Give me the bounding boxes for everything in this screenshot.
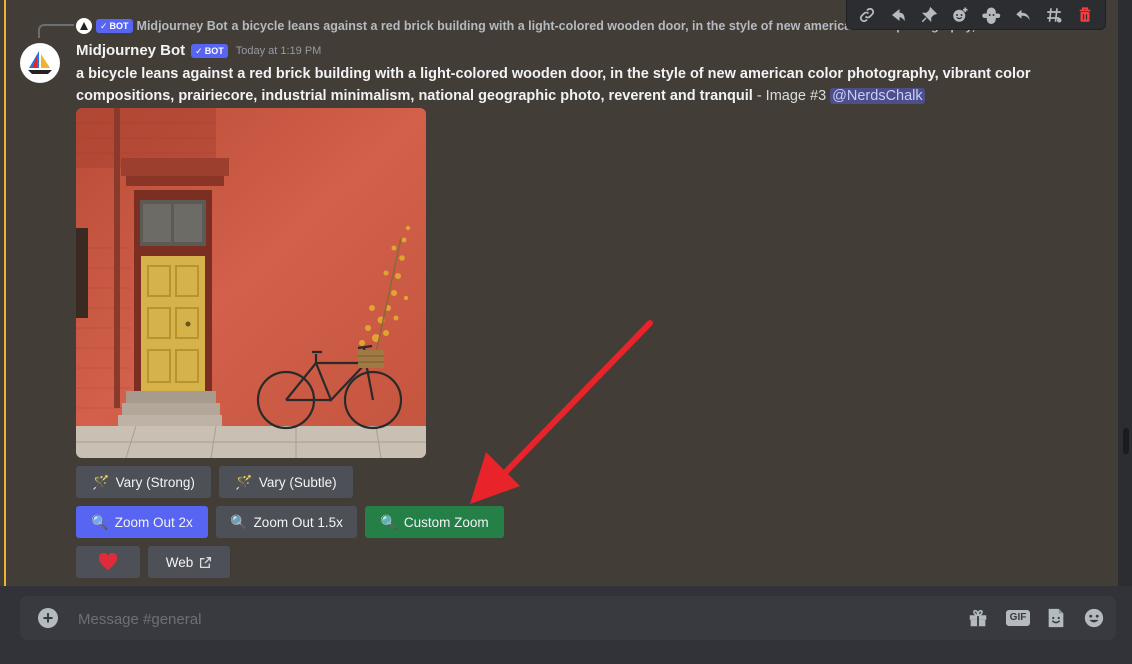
vary-subtle-button[interactable]: 🪄 Vary (Subtle)	[219, 466, 353, 498]
pin-icon[interactable]	[917, 3, 941, 27]
zoom-out-1-5x-label: Zoom Out 1.5x	[253, 514, 343, 530]
timestamp: Today at 1:19 PM	[235, 44, 322, 57]
apps-icon[interactable]	[980, 3, 1004, 27]
bicycle-scene-image	[76, 108, 426, 458]
reply-bot-tag: ✓ BOT	[96, 19, 133, 33]
vary-strong-button[interactable]: 🪄 Vary (Strong)	[76, 466, 211, 498]
link-icon[interactable]	[855, 3, 879, 27]
gift-icon[interactable]	[966, 606, 990, 630]
external-link-icon	[200, 556, 212, 568]
reply-bot-tag-label: BOT	[109, 21, 129, 31]
reply-icon[interactable]	[1011, 3, 1035, 27]
message-content: a bicycle leans against a red brick buil…	[76, 63, 1076, 107]
bot-tag: ✓ BOT	[191, 43, 228, 58]
zoom-out-2x-label: Zoom Out 2x	[114, 514, 193, 530]
magnifier-icon: 🔍	[380, 513, 398, 530]
favorite-button[interactable]	[76, 546, 140, 578]
vary-strong-label: Vary (Strong)	[115, 474, 195, 490]
verified-check-icon: ✓	[195, 45, 203, 56]
avatar[interactable]	[20, 43, 60, 83]
check-icon: ✓	[100, 21, 108, 31]
magic-wand-icon: 🪄	[92, 473, 110, 490]
message-area: ✓ BOT Midjourney Bot a bicycle leans agai…	[0, 0, 1118, 586]
author-name[interactable]: Midjourney Bot	[76, 42, 185, 59]
web-button[interactable]: Web	[148, 546, 230, 578]
delete-icon[interactable]	[1073, 3, 1097, 27]
thread-icon[interactable]	[1042, 3, 1066, 27]
custom-zoom-button[interactable]: 🔍 Custom Zoom	[365, 506, 504, 538]
vary-subtle-label: Vary (Subtle)	[258, 474, 337, 490]
generated-image[interactable]	[76, 108, 426, 458]
zoom-out-1-5x-button[interactable]: 🔍 Zoom Out 1.5x	[216, 506, 357, 538]
message-input[interactable]	[76, 604, 940, 634]
message-header: Midjourney Bot ✓ BOT Today at 1:19 PM	[76, 42, 321, 59]
reply-author[interactable]: Midjourney Bot	[137, 19, 228, 33]
reply-connector	[38, 24, 74, 38]
gif-icon[interactable]: GIF	[1005, 606, 1031, 630]
image-index-text: - Image #3	[752, 88, 831, 104]
user-mention[interactable]: @NerdsChalk	[830, 88, 925, 104]
add-reaction-icon[interactable]	[948, 3, 972, 27]
custom-zoom-label: Custom Zoom	[403, 514, 489, 530]
scrollbar[interactable]	[1118, 0, 1132, 586]
gif-label: GIF	[1005, 610, 1031, 626]
add-attachment-icon[interactable]: +	[38, 608, 58, 628]
reply-avatar-icon	[76, 18, 92, 34]
magnifier-icon: 🔍	[230, 513, 248, 530]
magnifier-icon: 🔍	[91, 513, 109, 530]
message-toolbar	[846, 0, 1106, 30]
forward-icon[interactable]	[886, 3, 910, 27]
zoom-out-2x-button[interactable]: 🔍 Zoom Out 2x	[76, 506, 208, 538]
web-label: Web	[165, 554, 194, 570]
sailboat-icon	[28, 51, 52, 74]
emoji-icon[interactable]	[1082, 606, 1106, 630]
magic-wand-icon: 🪄	[235, 473, 253, 490]
heart-icon	[98, 553, 118, 571]
bot-tag-label: BOT	[204, 45, 224, 56]
sticker-icon[interactable]	[1044, 606, 1068, 630]
scrollbar-thumb[interactable]	[1123, 428, 1129, 454]
highlight-bar	[4, 0, 6, 586]
message-composer: + GIF	[20, 596, 1116, 640]
